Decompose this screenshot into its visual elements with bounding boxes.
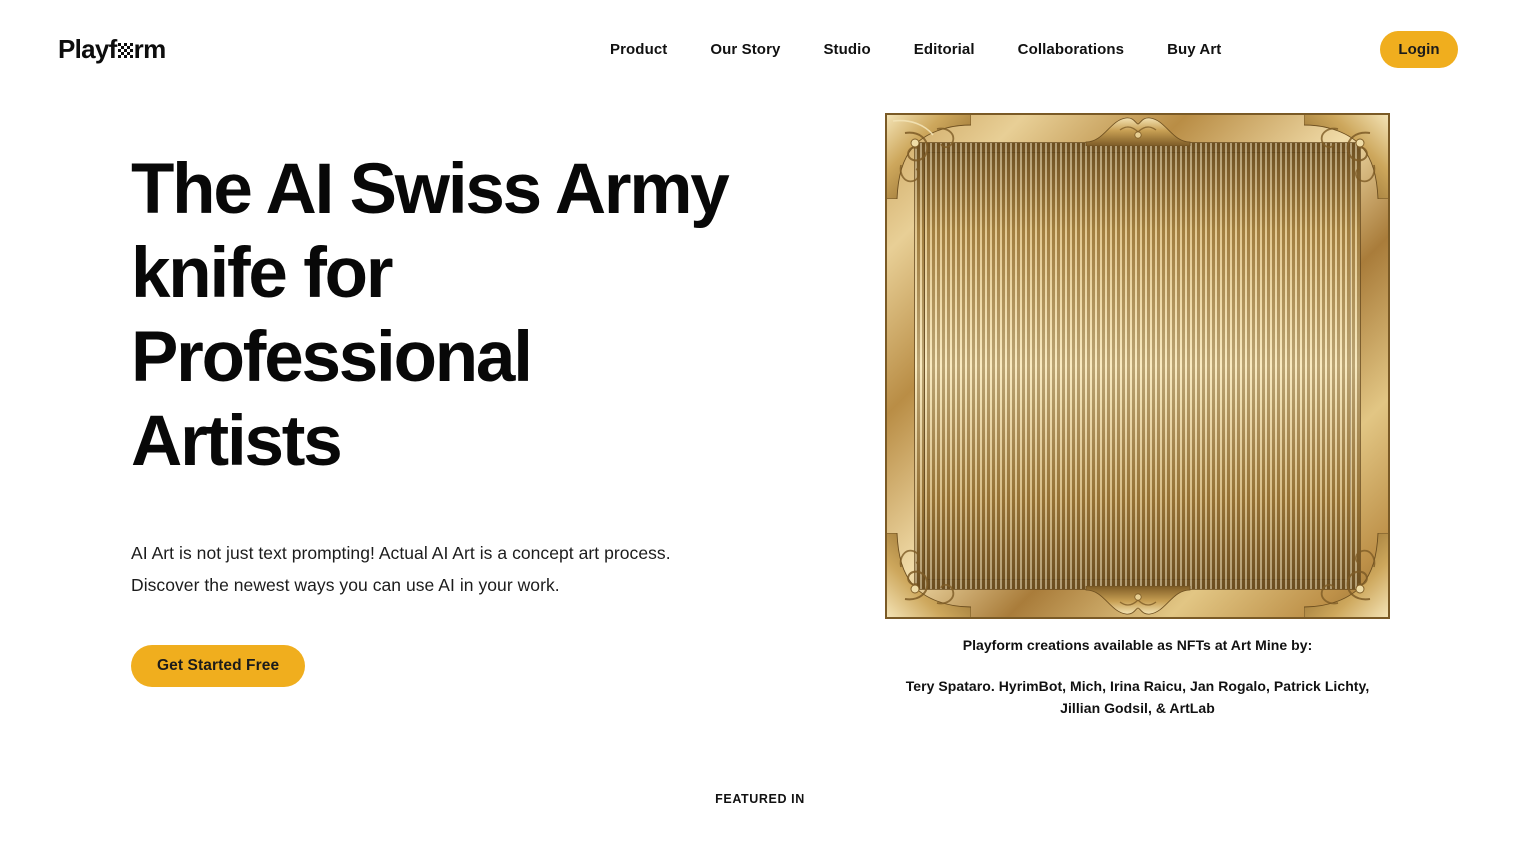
hero-artwork: Playform creations available as NFTs at … [885,113,1390,719]
nav-item-our-story[interactable]: Our Story [710,33,780,66]
featured-in-section: FEATURED IN [0,792,1520,806]
featured-in-label: FEATURED IN [715,792,805,806]
artwork-caption: Playform creations available as NFTs at … [885,635,1390,719]
login-button[interactable]: Login [1380,31,1458,68]
page-title: The AI Swiss Army knife for Professional… [131,150,730,481]
hero-subtitle: AI Art is not just text prompting! Actua… [131,543,671,595]
site-header: Playf rm Product Our Story Studio Editor… [0,0,1520,98]
artwork-caption-artists: Tery Spataro. HyrimBot, Mich, Irina Raic… [905,678,1370,716]
checker-square-o-icon [117,43,133,58]
nav-item-studio[interactable]: Studio [823,33,870,66]
frame-inner-bead-moulding [915,143,1360,589]
nav-item-collaborations[interactable]: Collaborations [1018,33,1124,66]
brand-logo[interactable]: Playf rm [58,33,166,65]
get-started-free-button[interactable]: Get Started Free [131,645,306,687]
ornate-gold-frame [885,113,1390,619]
frame-cartouche-bottom-icon [1078,586,1198,619]
main-navigation: Product Our Story Studio Editorial Colla… [610,0,1221,98]
hero-copy: The AI Swiss Army knife for Professional… [131,148,771,687]
artwork-caption-title: Playform creations available as NFTs at … [962,637,1313,653]
landing-page: Playf rm Product Our Story Studio Editor… [0,0,1520,855]
nav-item-buy-art[interactable]: Buy Art [1167,33,1221,66]
nav-item-editorial[interactable]: Editorial [914,33,975,66]
frame-cartouche-top-icon [1078,113,1198,146]
brand-name-before: Playf [58,34,117,64]
brand-name-after: rm [133,34,167,64]
nav-item-product[interactable]: Product [610,33,667,66]
